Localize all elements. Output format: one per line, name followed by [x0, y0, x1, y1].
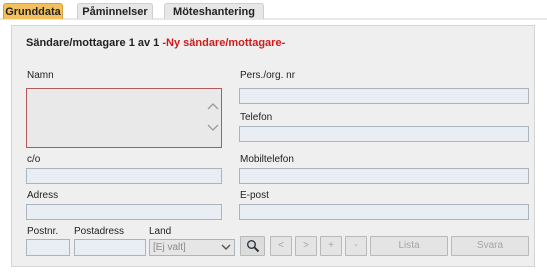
address-label: Adress: [27, 190, 59, 201]
add-button[interactable]: +: [320, 236, 342, 256]
email-label: E-post: [240, 190, 269, 201]
list-button[interactable]: Lista: [370, 236, 448, 256]
phone-label: Telefon: [240, 112, 273, 123]
chevron-down-icon: [221, 240, 231, 256]
search-button[interactable]: [240, 236, 265, 256]
address-field[interactable]: [26, 204, 222, 220]
mobile-field[interactable]: [239, 168, 529, 184]
pers-org-nr-label: Pers./org. nr: [240, 70, 296, 81]
previous-button[interactable]: <: [270, 236, 292, 256]
email-field[interactable]: [239, 204, 529, 220]
postnr-label: Postnr.: [27, 226, 59, 237]
land-label: Land: [149, 226, 172, 237]
tab-bar: Grunddata Påminnelser Möteshantering: [0, 0, 547, 20]
chevron-up-icon[interactable]: [207, 101, 219, 113]
remove-button[interactable]: -: [345, 236, 367, 256]
mobile-label: Mobiltelefon: [240, 154, 294, 165]
pers-org-nr-field[interactable]: [239, 88, 529, 104]
chevron-down-icon[interactable]: [207, 123, 219, 135]
reply-button[interactable]: Svara: [451, 236, 529, 256]
next-button[interactable]: >: [295, 236, 317, 256]
co-label: c/o: [27, 154, 41, 165]
postadress-label: Postadress: [74, 226, 125, 237]
tab-paminnelser[interactable]: Påminnelser: [77, 3, 153, 19]
panel-header: Sändare/mottagare 1 av 1 -Ny sändare/mot…: [26, 37, 285, 49]
postnr-field[interactable]: [26, 239, 70, 256]
name-label: Namn: [27, 70, 54, 81]
land-select[interactable]: [Ej valt]: [149, 239, 235, 256]
phone-field[interactable]: [239, 126, 529, 142]
tab-grunddata[interactable]: Grunddata: [3, 3, 63, 19]
land-select-value: [Ej valt]: [153, 242, 186, 253]
co-field[interactable]: [26, 168, 222, 184]
postadress-field[interactable]: [74, 239, 146, 256]
tab-moteshantering[interactable]: Möteshantering: [164, 3, 264, 19]
sender-receiver-panel: Sändare/mottagare 1 av 1 -Ny sändare/mot…: [11, 25, 535, 267]
magnifier-icon: [246, 240, 259, 253]
new-sender-receiver-link[interactable]: -Ny sändare/mottagare-: [162, 37, 285, 49]
name-field[interactable]: [26, 88, 222, 148]
record-counter: Sändare/mottagare 1 av 1: [26, 37, 160, 49]
